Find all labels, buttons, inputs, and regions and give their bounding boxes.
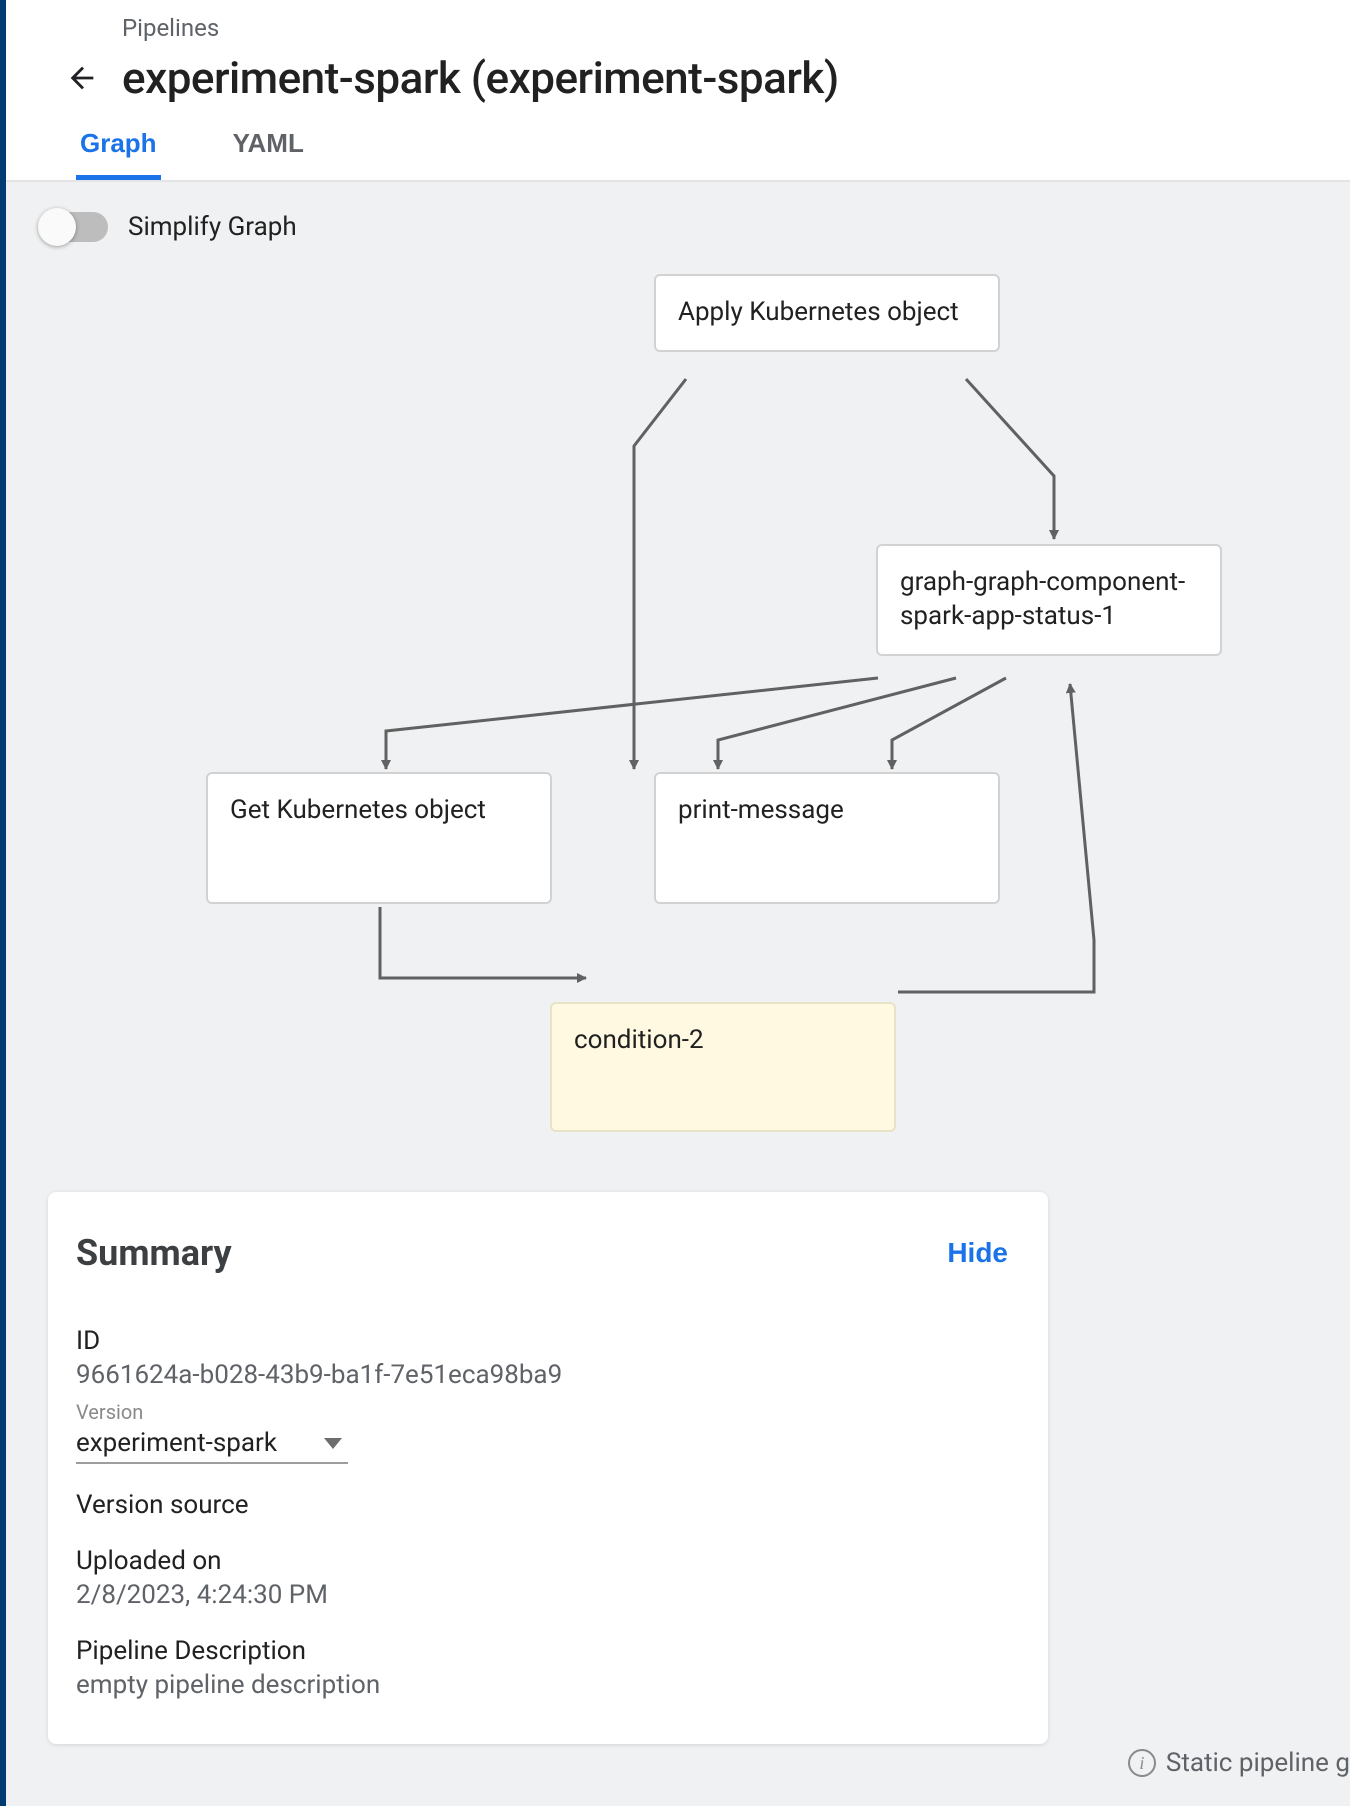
- graph-canvas[interactable]: Apply Kubernetes object graph-graph-comp…: [6, 242, 1350, 1102]
- summary-uploaded-value: 2/8/2023, 4:24:30 PM: [76, 1580, 1008, 1610]
- node-spark-app-status[interactable]: graph-graph-component-spark-app-status-1: [876, 544, 1222, 656]
- tab-graph[interactable]: Graph: [76, 128, 161, 180]
- simplify-graph-label: Simplify Graph: [128, 212, 297, 242]
- tab-yaml[interactable]: YAML: [229, 128, 308, 180]
- footer-hint: i Static pipeline g: [1128, 1748, 1350, 1778]
- node-apply-kubernetes-object[interactable]: Apply Kubernetes object: [654, 274, 1000, 352]
- info-icon: i: [1128, 1749, 1156, 1777]
- version-select[interactable]: experiment-spark: [76, 1426, 348, 1464]
- summary-title: Summary: [76, 1232, 232, 1274]
- arrow-left-icon: [65, 61, 99, 95]
- summary-hide-button[interactable]: Hide: [947, 1237, 1008, 1269]
- simplify-graph-toggle[interactable]: [42, 212, 108, 242]
- toggle-knob: [38, 208, 76, 246]
- summary-description-label: Pipeline Description: [76, 1636, 1008, 1666]
- version-select-value: experiment-spark: [76, 1428, 277, 1458]
- graph-toolbar: Simplify Graph: [6, 182, 1350, 242]
- title-row: experiment-spark (experiment-spark): [6, 48, 1350, 128]
- page-title: experiment-spark (experiment-spark): [122, 52, 839, 104]
- footer-hint-text: Static pipeline g: [1166, 1748, 1350, 1778]
- summary-description-value: empty pipeline description: [76, 1670, 1008, 1700]
- page-header: Pipelines experiment-spark (experiment-s…: [6, 0, 1350, 182]
- node-get-kubernetes-object[interactable]: Get Kubernetes object: [206, 772, 552, 904]
- node-print-message[interactable]: print-message: [654, 772, 1000, 904]
- summary-id-value: 9661624a-b028-43b9-ba1f-7e51eca98ba9: [76, 1360, 1008, 1390]
- back-button[interactable]: [58, 54, 106, 102]
- node-condition-2[interactable]: condition-2: [550, 1002, 896, 1132]
- summary-uploaded-label: Uploaded on: [76, 1546, 1008, 1576]
- breadcrumb[interactable]: Pipelines: [6, 14, 1350, 48]
- graph-edges: [6, 242, 1350, 1102]
- summary-id-label: ID: [76, 1326, 1008, 1356]
- tab-bar: Graph YAML: [6, 128, 1350, 182]
- chevron-down-icon: [324, 1438, 342, 1449]
- summary-version-label: Version: [76, 1400, 1008, 1424]
- summary-version-source-label: Version source: [76, 1490, 1008, 1520]
- summary-panel: Summary Hide ID 9661624a-b028-43b9-ba1f-…: [48, 1192, 1048, 1744]
